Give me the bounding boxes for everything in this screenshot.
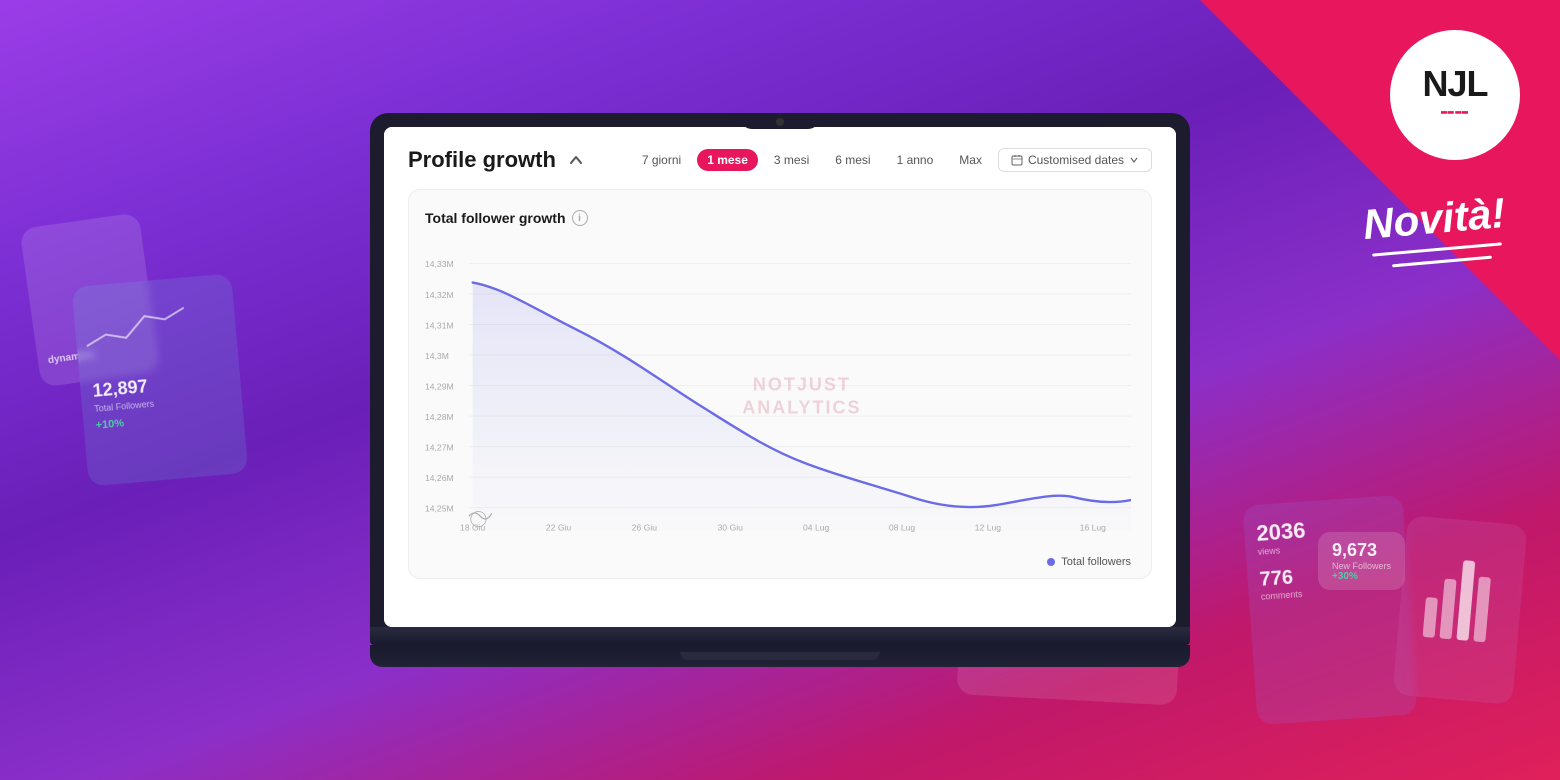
njl-logo-text: NJL ╌╌ (1422, 66, 1487, 124)
screen-content: Profile growth 7 giorni 1 mese 3 mesi (384, 127, 1176, 627)
filter-7giorni[interactable]: 7 giorni (632, 149, 691, 171)
svg-text:04 Lug: 04 Lug (803, 523, 829, 533)
laptop-camera (776, 118, 784, 126)
svg-text:26 Giu: 26 Giu (632, 523, 658, 533)
laptop-screen: Profile growth 7 giorni 1 mese 3 mesi (384, 127, 1176, 627)
svg-text:14,31M: 14,31M (425, 320, 454, 330)
customised-dates-button[interactable]: Customised dates (998, 148, 1152, 172)
svg-text:14,27M: 14,27M (425, 442, 454, 452)
laptop-notch (740, 113, 820, 129)
svg-text:14,32M: 14,32M (425, 290, 454, 300)
chart-title: Total follower growth i (425, 210, 1131, 226)
chart-container: Total follower growth i NOTJUST ANALYTIC… (408, 189, 1152, 579)
njl-badge: NJL ╌╌ Novità! (1200, 0, 1560, 360)
svg-text:14,26M: 14,26M (425, 473, 454, 483)
laptop-stand (370, 645, 1190, 667)
njl-logo-circle: NJL ╌╌ (1390, 30, 1520, 160)
profile-growth-title: Profile growth (408, 147, 586, 173)
chart-svg-area: NOTJUST ANALYTICS 14,33M 14,32M 14,31M 1… (425, 242, 1131, 552)
screen-header: Profile growth 7 giorni 1 mese 3 mesi (408, 147, 1152, 173)
date-filters: 7 giorni 1 mese 3 mesi 6 mesi 1 anno Max (632, 148, 1152, 172)
svg-text:12 Lug: 12 Lug (975, 523, 1001, 533)
laptop-body: Profile growth 7 giorni 1 mese 3 mesi (370, 113, 1190, 667)
info-icon[interactable]: i (572, 210, 588, 226)
filter-6mesi[interactable]: 6 mesi (825, 149, 880, 171)
chart-svg: 14,33M 14,32M 14,31M 14,3M 14,29M 14,28M… (425, 242, 1131, 552)
svg-text:16 Lug: 16 Lug (1080, 523, 1106, 533)
customised-dates-label: Customised dates (1028, 153, 1124, 167)
laptop-base (370, 627, 1190, 645)
calendar-icon (1011, 154, 1023, 166)
chevron-up-icon[interactable] (566, 150, 586, 170)
svg-text:08 Lug: 08 Lug (889, 523, 915, 533)
filter-max[interactable]: Max (949, 149, 992, 171)
svg-text:22 Giu: 22 Giu (546, 523, 572, 533)
filter-3mesi[interactable]: 3 mesi (764, 149, 819, 171)
svg-text:14,33M: 14,33M (425, 259, 454, 269)
filter-1mese[interactable]: 1 mese (697, 149, 758, 171)
legend-label-followers: Total followers (1061, 556, 1131, 568)
svg-text:14,29M: 14,29M (425, 381, 454, 391)
svg-text:14,3M: 14,3M (425, 351, 449, 361)
svg-text:30 Giu: 30 Giu (718, 523, 744, 533)
svg-text:14,25M: 14,25M (425, 503, 454, 513)
laptop-screen-outer: Profile growth 7 giorni 1 mese 3 mesi (370, 113, 1190, 627)
laptop: Profile growth 7 giorni 1 mese 3 mesi (370, 113, 1190, 667)
svg-text:14,28M: 14,28M (425, 412, 454, 422)
chart-legend: Total followers (425, 556, 1131, 568)
chevron-down-icon (1129, 155, 1139, 165)
laptop-foot-bar (680, 652, 880, 660)
page-title: Profile growth (408, 147, 556, 173)
legend-dot-followers (1047, 558, 1055, 566)
filter-1anno[interactable]: 1 anno (887, 149, 944, 171)
